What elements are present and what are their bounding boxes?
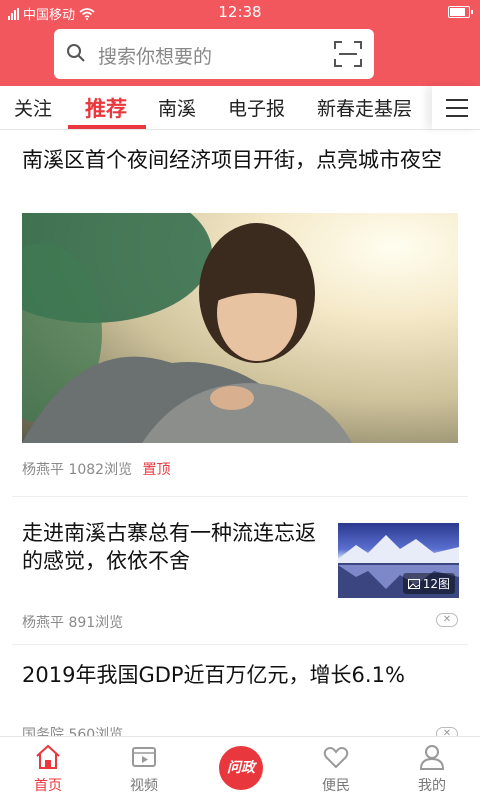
nav-mine-label: 我的 — [418, 778, 446, 794]
category-tabs: 关注 推荐 南溪 电子报 新春走基层 — [0, 86, 480, 130]
search-bar[interactable]: 搜索你想要的 — [54, 29, 374, 79]
article-meta: 杨燕平 1082浏览 置顶 — [22, 459, 171, 479]
nav-mine[interactable]: 我的 — [384, 737, 480, 800]
dismiss-icon[interactable]: ✕ — [436, 613, 458, 627]
search-icon — [67, 44, 85, 62]
article-title[interactable]: 2019年我国GDP近百万亿元，增长6.1% — [22, 661, 458, 689]
nav-video[interactable]: 视频 — [96, 737, 192, 800]
article-title[interactable]: 南溪区首个夜间经济项目开街，点亮城市夜空 — [22, 146, 458, 174]
tab-recommend[interactable]: 推荐 — [85, 93, 127, 123]
tab-epaper[interactable]: 电子报 — [228, 94, 285, 121]
home-icon — [36, 744, 60, 769]
divider — [12, 644, 468, 645]
heart-icon — [323, 747, 349, 769]
image-count-badge: 12图 — [402, 573, 455, 594]
nav-home-label: 首页 — [34, 778, 62, 794]
article-hero-image[interactable] — [22, 213, 458, 443]
article-views: 1082浏览 — [68, 462, 133, 478]
search-placeholder: 搜索你想要的 — [98, 46, 213, 68]
video-icon — [132, 747, 156, 767]
article-meta: 杨燕平 891浏览 — [22, 612, 123, 632]
pinned-badge: 置顶 — [142, 462, 171, 478]
nav-home[interactable]: 首页 — [0, 737, 96, 800]
nav-services-label: 便民 — [322, 778, 350, 794]
article-thumbnail[interactable]: 12图 — [338, 523, 459, 598]
tab-nanxi[interactable]: 南溪 — [158, 94, 196, 121]
nav-video-label: 视频 — [130, 778, 158, 794]
article-author: 杨燕平 — [22, 615, 64, 631]
divider — [12, 496, 468, 497]
tab-new-spring[interactable]: 新春走基层 — [317, 94, 412, 121]
gallery-icon — [407, 578, 420, 589]
battery-icon — [448, 6, 473, 18]
status-bar: 中国移动 12:38 — [0, 0, 480, 26]
image-count: 12图 — [422, 577, 450, 591]
article-author: 杨燕平 — [22, 462, 64, 478]
user-icon — [419, 745, 445, 770]
active-tab-indicator — [68, 125, 146, 129]
article-title[interactable]: 走进南溪古寨总有一种流连忘返的感觉，依依不舍 — [22, 519, 322, 575]
tab-follow[interactable]: 关注 — [14, 94, 52, 121]
hero-photo-illustration — [22, 213, 352, 443]
status-time: 12:38 — [218, 3, 262, 21]
article-views: 891浏览 — [68, 615, 124, 631]
menu-icon[interactable] — [432, 86, 480, 129]
app-header: 中国移动 12:38 搜索你想要的 — [0, 0, 480, 86]
nav-services[interactable]: 便民 — [288, 737, 384, 800]
wenzheng-button[interactable]: 问政 — [219, 746, 263, 790]
scan-icon[interactable] — [334, 41, 362, 67]
